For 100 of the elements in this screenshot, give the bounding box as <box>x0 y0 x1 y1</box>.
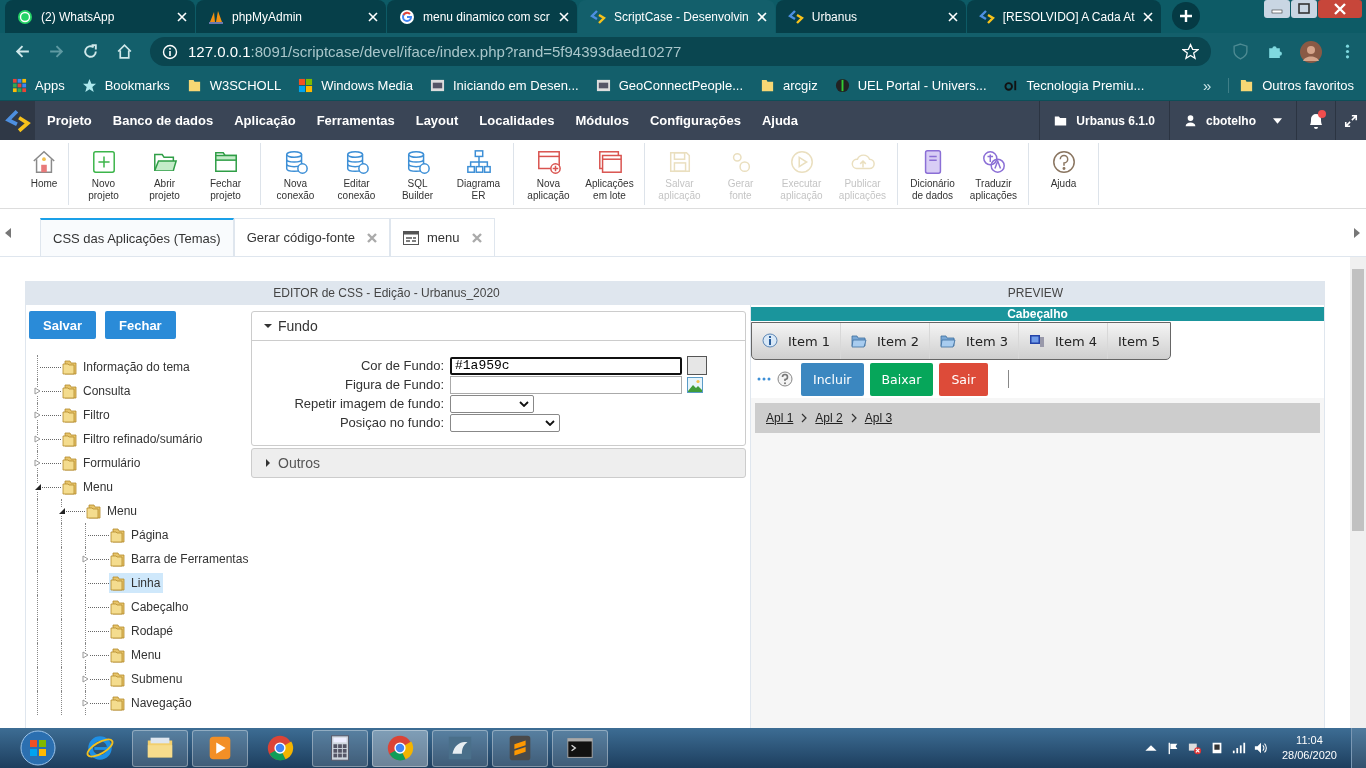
dropdown[interactable] <box>450 413 560 432</box>
tree-item[interactable]: Barra de Ferramentas <box>109 549 252 569</box>
top-nav-entry[interactable]: Aplicação <box>223 113 307 128</box>
browser-tab[interactable]: [RESOLVIDO] A Cada At <box>966 0 1161 33</box>
taskbar-app[interactable] <box>132 729 188 767</box>
taskbar-app[interactable] <box>432 729 488 767</box>
toolbar-button[interactable]: Novo projeto <box>73 143 134 205</box>
tree-item[interactable]: Menu <box>109 645 165 665</box>
bookmark-folder[interactable]: Outros favoritos <box>1228 77 1354 93</box>
document-tab[interactable]: CSS das Aplicações (Temas) <box>40 218 234 256</box>
tree-item[interactable]: Submenu <box>109 669 186 689</box>
user-menu[interactable]: cbotelho <box>1169 101 1296 140</box>
preview-button[interactable]: Sair <box>939 362 988 396</box>
help-icon[interactable] <box>777 371 793 387</box>
reload-icon[interactable] <box>82 43 99 60</box>
start-button[interactable] <box>20 730 56 766</box>
tree-item[interactable]: Consulta <box>61 381 134 401</box>
tree-item[interactable]: Menu <box>61 477 117 497</box>
clock[interactable]: 11:04 28/06/2020 <box>1281 733 1337 763</box>
taskbar-app[interactable] <box>192 729 248 767</box>
bookmark[interactable]: Bookmarks <box>81 77 170 93</box>
text-field[interactable] <box>450 375 682 394</box>
network-error-icon[interactable] <box>1187 741 1202 755</box>
color-swatch[interactable] <box>687 356 707 375</box>
bookmark[interactable]: Windows Media <box>298 77 413 93</box>
toolbar-button[interactable]: Abrir projeto <box>134 143 195 205</box>
top-nav-entry[interactable]: Localidades <box>468 113 565 128</box>
browser-tab[interactable]: menu dinamico com scr <box>387 0 577 33</box>
bookmark[interactable]: arcgiz <box>760 77 818 93</box>
bookmark[interactable]: GeoConnectPeople... <box>595 77 743 93</box>
toolbar-button[interactable]: Fechar projeto <box>195 143 256 205</box>
top-nav-entry[interactable]: Ferramentas <box>306 113 406 128</box>
browser-tab[interactable]: ScriptCase - Desenvolvin <box>578 0 775 33</box>
tree-item[interactable]: Menu <box>85 501 141 521</box>
info-icon[interactable] <box>162 43 178 60</box>
taskbar-app[interactable] <box>312 729 368 767</box>
volume-icon[interactable] <box>1253 741 1268 755</box>
tree-item[interactable]: Linha <box>109 573 164 593</box>
dropdown[interactable] <box>450 394 534 413</box>
preview-nav-entry[interactable]: Item 1 <box>752 323 841 359</box>
top-nav-entry[interactable]: Projeto <box>35 113 103 128</box>
preview-nav-entry[interactable]: Item 4 <box>1019 323 1108 359</box>
top-nav-entry[interactable]: Ajuda <box>751 113 809 128</box>
preview-nav-entry[interactable]: Item 2 <box>841 323 930 359</box>
action-button[interactable]: Salvar <box>29 311 97 339</box>
tree-item[interactable]: Filtro <box>61 405 113 425</box>
taskbar-app[interactable] <box>552 729 608 767</box>
tree-item[interactable]: Formulário <box>61 453 144 473</box>
tree-item[interactable]: Página <box>109 525 172 545</box>
maximize-icon[interactable] <box>1291 0 1317 18</box>
image-icon[interactable] <box>687 376 703 393</box>
breadcrumb-link[interactable]: Apl 3 <box>864 411 893 425</box>
tree-item[interactable]: Filtro refinado/sumário <box>61 429 206 449</box>
bookmark[interactable]: Apps <box>12 77 65 93</box>
action-button[interactable]: Fechar <box>105 311 176 339</box>
preview-nav-entry[interactable]: Item 3 <box>930 323 1019 359</box>
toolbar-button[interactable]: Home <box>24 143 64 205</box>
section-header[interactable]: Fundo <box>252 312 745 341</box>
toolbar-button[interactable]: Ajuda <box>1033 143 1094 205</box>
scroll-right-icon[interactable] <box>1354 228 1360 238</box>
tree-item[interactable]: Navegação <box>109 693 195 713</box>
toolbar-button[interactable]: Editar conexão <box>326 143 387 205</box>
back-icon[interactable] <box>14 43 31 60</box>
tree-item[interactable]: Informação do tema <box>61 357 193 377</box>
signal-icon[interactable] <box>1231 741 1246 755</box>
bookmark[interactable]: Iniciando em Desen... <box>429 77 579 93</box>
document-tab[interactable]: menu <box>390 218 495 256</box>
scrollbar[interactable] <box>1350 257 1366 728</box>
star-icon[interactable] <box>1182 43 1199 60</box>
taskbar-app[interactable] <box>372 729 428 767</box>
home-icon[interactable] <box>116 43 133 60</box>
show-desktop-button[interactable] <box>1351 728 1366 768</box>
browser-tab[interactable]: phpMyAdmin <box>196 0 386 33</box>
logo-icon[interactable] <box>4 107 31 134</box>
close-icon[interactable] <box>1318 0 1362 18</box>
puzzle-icon[interactable] <box>1266 43 1283 60</box>
more-icon[interactable] <box>757 377 771 381</box>
bookmark[interactable]: UEL Portal - Univers... <box>834 77 987 93</box>
breadcrumb-link[interactable]: Apl 2 <box>815 411 843 425</box>
toolbar-button[interactable]: Dicionário de dados <box>902 143 963 205</box>
bookmark[interactable]: W3SCHOLL <box>186 77 282 93</box>
preview-nav-entry[interactable]: Item 5 <box>1108 323 1170 359</box>
taskbar-app[interactable] <box>492 729 548 767</box>
top-nav-entry[interactable]: Banco de dados <box>102 113 224 128</box>
breadcrumb-link[interactable]: Apl 1 <box>766 411 794 425</box>
toolbar-button[interactable]: Diagrama ER <box>448 143 509 205</box>
toolbar-button[interactable]: Nova conexão <box>265 143 326 205</box>
text-field[interactable]: #1a959c <box>450 356 682 375</box>
toolbar-button[interactable]: Nova aplicação <box>518 143 579 205</box>
project-menu[interactable]: Urbanus 6.1.0 <box>1039 101 1169 140</box>
tree-item[interactable]: Rodapé <box>109 621 177 641</box>
toolbar-button[interactable]: Aplicações em lote <box>579 143 640 205</box>
avatar-icon[interactable] <box>1300 40 1322 63</box>
document-tab[interactable]: Gerar código-fonte <box>233 218 391 256</box>
more-bookmarks[interactable]: » <box>1202 76 1212 94</box>
top-nav-entry[interactable]: Módulos <box>564 113 640 128</box>
new-tab-icon[interactable] <box>1171 2 1200 30</box>
collapse-icon[interactable] <box>34 483 42 491</box>
browser-tab[interactable]: Urbanus <box>775 0 966 33</box>
toolbar-button[interactable]: Traduzir aplicações <box>963 143 1024 205</box>
